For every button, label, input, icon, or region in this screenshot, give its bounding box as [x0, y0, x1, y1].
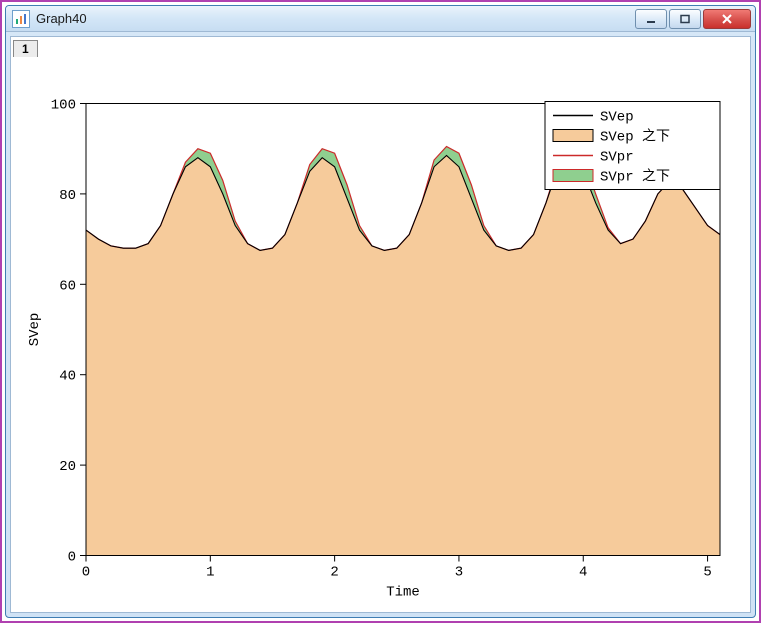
- y-tick-label: 40: [59, 369, 76, 385]
- y-axis-label: SVep: [27, 313, 43, 347]
- minimize-button[interactable]: [635, 9, 667, 29]
- chart-app-icon: [12, 10, 30, 28]
- x-tick-label: 2: [330, 565, 338, 581]
- legend-label: SVpr: [600, 150, 634, 166]
- x-tick-label: 5: [703, 565, 711, 581]
- chart-svg: 0 1 2 3 4 5 0 20 40 60 80 100 Time SVep SVep SVep 之下 SVp…: [11, 57, 750, 612]
- x-tick-label: 0: [82, 565, 90, 581]
- y-tick-label: 100: [51, 98, 76, 114]
- maximize-icon: [679, 14, 691, 24]
- maximize-button[interactable]: [669, 9, 701, 29]
- x-axis-label: Time: [386, 585, 420, 601]
- app-window: Graph40 1 0 1 2 3 4 5 0 20 40 60 80 100 Time SVep SVep…: [5, 5, 756, 618]
- y-tick-label: 20: [59, 459, 76, 475]
- legend-swatch-fill: [553, 130, 593, 142]
- y-tick-label: 80: [59, 188, 76, 204]
- titlebar: Graph40: [6, 6, 755, 32]
- window-title: Graph40: [36, 11, 87, 26]
- client-area: 1 0 1 2 3 4 5 0 20 40 60 80 100 Time SVep SVep SVep 之下 S…: [10, 36, 751, 613]
- x-tick-label: 3: [455, 565, 463, 581]
- plot-area[interactable]: 0 1 2 3 4 5 0 20 40 60 80 100 Time SVep SVep SVep 之下 SVp…: [11, 57, 750, 612]
- tab-1[interactable]: 1: [13, 40, 38, 57]
- legend-label: SVpr 之下: [600, 169, 670, 186]
- close-button[interactable]: [703, 9, 751, 29]
- legend-label: SVep: [600, 110, 634, 126]
- window-controls: [635, 9, 751, 29]
- tab-strip: 1: [11, 37, 750, 57]
- y-tick-label: 60: [59, 278, 76, 294]
- tab-label: 1: [22, 42, 29, 56]
- legend-swatch-fill: [553, 170, 593, 182]
- x-tick-label: 4: [579, 565, 587, 581]
- x-tick-label: 1: [206, 565, 214, 581]
- y-tick-label: 0: [68, 550, 76, 566]
- legend-label: SVep 之下: [600, 129, 670, 146]
- outer-frame: Graph40 1 0 1 2 3 4 5 0 20 40 60 80 100 Time SVep SVep…: [0, 0, 761, 623]
- minimize-icon: [645, 14, 657, 24]
- close-icon: [720, 14, 734, 24]
